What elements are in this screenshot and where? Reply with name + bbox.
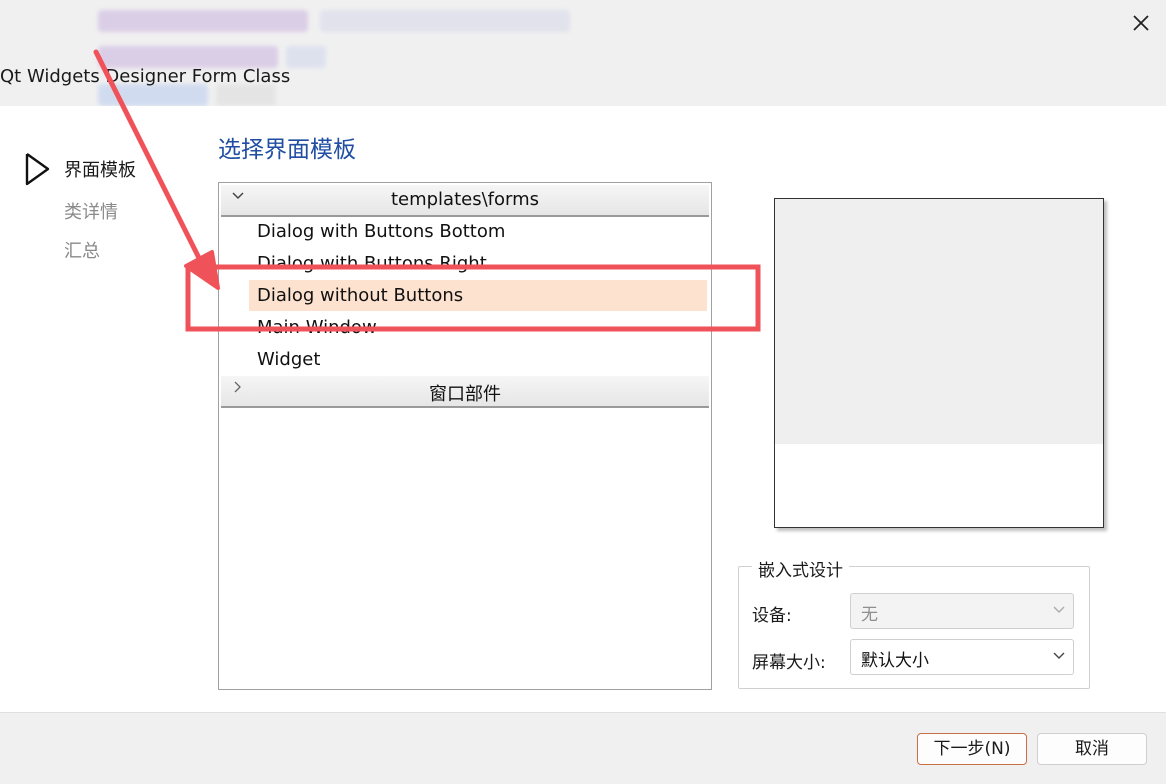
window-header: Qt Widgets Designer Form Class [0,0,1166,106]
page-heading: 选择界面模板 [218,137,356,163]
template-tree[interactable]: templates\forms Dialog with Buttons Bott… [218,182,712,690]
group-title: 窗口部件 [429,384,501,405]
close-icon [1133,15,1149,31]
tree-item-dialog-without-buttons[interactable]: Dialog without Buttons [249,280,707,311]
group-header-templates-forms[interactable]: templates\forms [221,185,709,217]
cancel-button[interactable]: 取消 [1037,733,1147,765]
current-step-play-icon [25,153,50,186]
device-combo: 无 [850,593,1074,629]
group-header-widgets[interactable]: 窗口部件 [221,376,709,408]
step-summary: 汇总 [64,241,100,262]
group-title: templates\forms [390,189,540,210]
screen-size-value: 默认大小 [861,651,929,671]
preview-form-area [775,199,1103,444]
step-form-template: 界面模板 [64,160,136,181]
dialog-footer: 下一步(N) 取消 [0,712,1166,784]
tree-item-main-window[interactable]: Main Window [249,312,707,343]
tree-item-dialog-buttons-bottom[interactable]: Dialog with Buttons Bottom [249,216,707,247]
window-title: Qt Widgets Designer Form Class [0,66,291,87]
annotation-arrow-head [184,250,220,290]
screen-size-combo[interactable]: 默认大小 [850,639,1074,675]
chevron-down-icon [1053,652,1065,659]
tree-item-widget[interactable]: Widget [249,344,707,375]
template-preview [774,198,1104,528]
device-label: 设备: [752,606,792,626]
step-class-details: 类详情 [64,202,118,223]
screen-size-label: 屏幕大小: [752,653,826,673]
close-button[interactable] [1126,8,1156,38]
tree-item-dialog-buttons-right[interactable]: Dialog with Buttons Right [249,248,707,279]
blurred-background-code [90,0,610,106]
device-value: 无 [861,605,878,625]
next-button[interactable]: 下一步(N) [917,733,1027,765]
chevron-down-icon [1053,606,1065,613]
embedded-design-title: 嵌入式设计 [752,556,849,581]
